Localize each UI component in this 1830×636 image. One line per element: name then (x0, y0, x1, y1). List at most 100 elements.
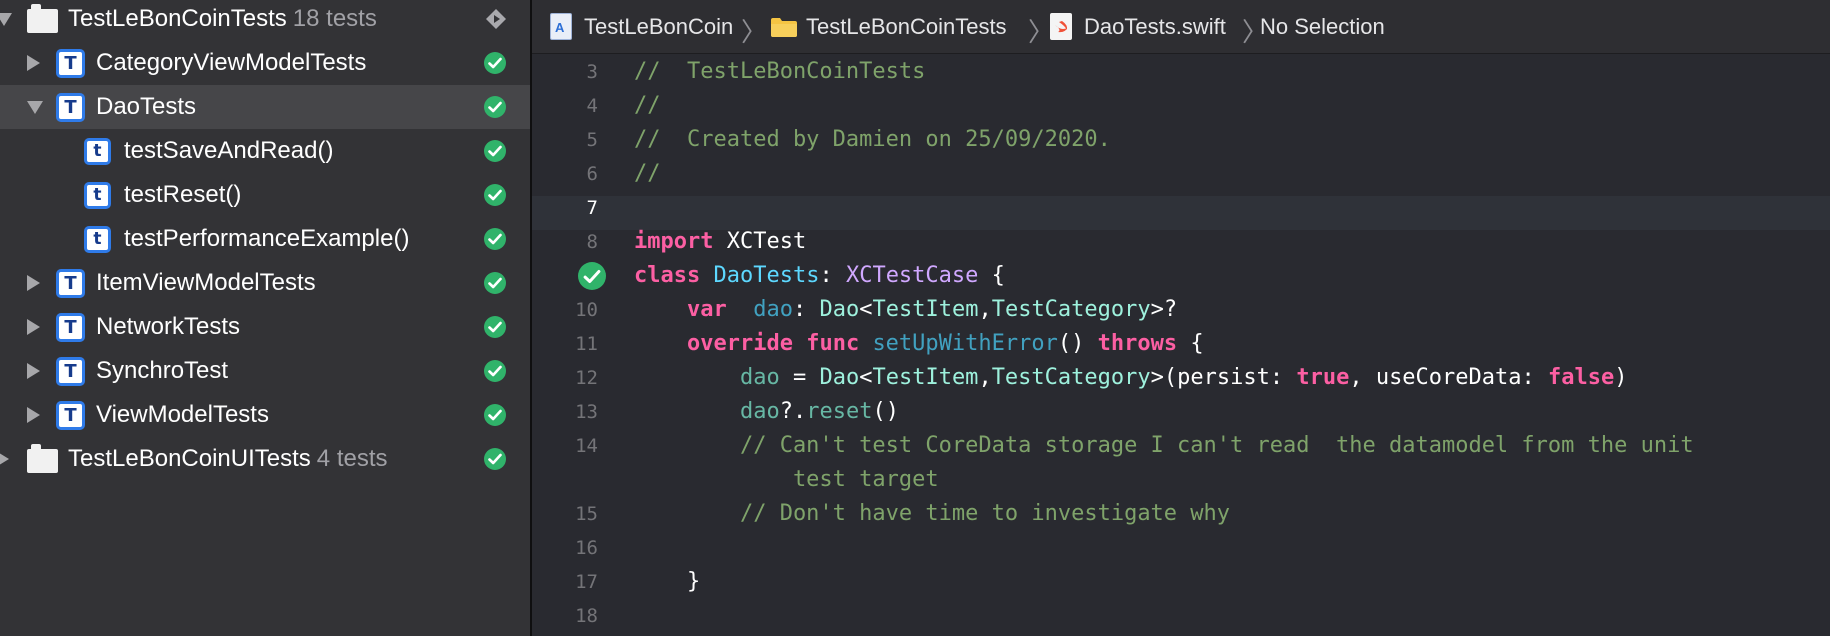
code-line[interactable]: 5 // Created by Damien on 25/09/2020. (532, 123, 1830, 157)
test-name-label: testPerformanceExample() (124, 225, 409, 253)
code-line[interactable]: 16 (532, 531, 1830, 565)
test-name: SynchroTest (96, 357, 229, 384)
code-text: // Created by Damien on 25/09/2020. (634, 127, 1111, 152)
code-text: // (634, 161, 661, 186)
disclosure-closed-icon[interactable] (27, 407, 40, 423)
code-token: // Can't test CoreData storage I can't r… (634, 433, 1694, 458)
disclosure-closed-icon[interactable] (0, 451, 9, 467)
code-token: = (779, 365, 820, 390)
test-passed-icon[interactable] (484, 272, 506, 294)
code-line[interactable]: 17 } (532, 565, 1830, 599)
test-name-label: CategoryViewModelTests (96, 49, 366, 77)
test-class-row[interactable]: T ItemViewModelTests (0, 261, 530, 305)
breadcrumb-selection[interactable]: No Selection (1260, 0, 1385, 54)
source-editor[interactable]: 3 // TestLeBonCoinTests 4 // 5 // Created by … (532, 55, 1830, 636)
test-passed-icon[interactable] (484, 52, 506, 74)
code-text: // (634, 93, 661, 118)
code-token: TestItem (872, 297, 979, 322)
test-name-label: NetworkTests (96, 313, 240, 341)
code-token: >? (1150, 297, 1178, 322)
breadcrumb-file[interactable]: DaoTests.swift (1050, 0, 1226, 54)
test-bundle-row[interactable]: TestLeBonCoinTests 18 tests (0, 0, 530, 41)
line-number: 11 (575, 333, 598, 355)
line-number: 12 (575, 367, 598, 389)
test-class-row[interactable]: T ViewModelTests (0, 393, 530, 437)
code-token: dao (739, 399, 780, 424)
test-class-icon: T (56, 93, 85, 122)
code-token: TestCategory (991, 365, 1151, 390)
test-name: CategoryViewModelTests (96, 49, 367, 76)
test-bundle-icon (27, 444, 58, 473)
test-method-row[interactable]: t testSaveAndRead() (0, 129, 530, 173)
code-token: TestItem (872, 365, 979, 390)
breadcrumb-folder[interactable]: TestLeBonCoinTests (770, 0, 1007, 54)
code-token: , (978, 365, 992, 390)
code-line[interactable]: 11 override func setUpWithError() throws… (532, 327, 1830, 361)
disclosure-closed-icon[interactable] (27, 275, 40, 291)
disclosure-open-icon[interactable] (0, 13, 12, 26)
code-line[interactable]: 14 // Can't test CoreData storage I can'… (532, 429, 1830, 463)
test-passed-icon[interactable] (484, 404, 506, 426)
test-passed-icon[interactable] (484, 184, 506, 206)
code-line[interactable]: 12 dao = Dao<TestItem,TestCategory>(pers… (532, 361, 1830, 395)
disclosure-open-icon[interactable] (27, 101, 43, 114)
run-tests-icon[interactable] (485, 8, 507, 30)
code-line[interactable]: class DaoTests: XCTestCase { (532, 259, 1830, 293)
test-passed-icon[interactable] (484, 96, 506, 118)
test-name-label: DaoTests (96, 93, 196, 121)
test-name-label: TestLeBonCoinUITests 4 tests (68, 445, 388, 473)
jump-bar: A TestLeBonCoin 〉 TestLeBonCoinTests 〉 D… (532, 0, 1830, 54)
test-navigator: TestLeBonCoinTests 18 tests T CategoryViewM… (0, 0, 530, 636)
breadcrumb-project[interactable]: A TestLeBonCoin (550, 0, 733, 54)
test-name: TestLeBonCoinUITests (68, 445, 311, 472)
test-class-icon: T (56, 357, 85, 386)
disclosure-closed-icon[interactable] (27, 55, 40, 71)
code-token: // Don't have time to investigate why (634, 501, 1231, 526)
test-passed-icon[interactable] (484, 448, 506, 470)
test-bundle-icon (27, 4, 58, 33)
code-line[interactable]: 6 // (532, 157, 1830, 191)
line-number: 6 (586, 163, 598, 185)
code-token: DaoTests (713, 263, 820, 288)
code-token: dao (753, 297, 793, 322)
code-token: < (859, 365, 873, 390)
test-passed-icon[interactable] (484, 228, 506, 250)
test-passed-icon[interactable] (484, 316, 506, 338)
test-bundle-row[interactable]: TestLeBonCoinUITests 4 tests (0, 437, 530, 481)
disclosure-closed-icon[interactable] (27, 319, 40, 335)
code-line[interactable]: 7 (532, 191, 1830, 225)
line-number: 16 (575, 537, 598, 559)
test-passed-icon[interactable] (484, 140, 506, 162)
test-name: DaoTests (96, 93, 197, 120)
folder-icon (771, 18, 797, 37)
test-passed-icon[interactable] (484, 360, 506, 382)
test-class-row[interactable]: T DaoTests (0, 85, 530, 129)
code-text: // TestLeBonCoinTests (634, 59, 925, 84)
disclosure-closed-icon[interactable] (27, 363, 40, 379)
test-class-row[interactable]: T NetworkTests (0, 305, 530, 349)
test-method-row[interactable]: t testPerformanceExample() (0, 217, 530, 261)
code-line[interactable]: test target (532, 463, 1830, 497)
code-token: // Created by Damien on 25/09/2020. (634, 127, 1111, 152)
code-text: test target (634, 467, 939, 492)
test-class-row[interactable]: T CategoryViewModelTests (0, 41, 530, 85)
code-token: : (819, 263, 846, 288)
test-class-row[interactable]: T SynchroTest (0, 349, 530, 393)
code-line[interactable]: 18 (532, 599, 1830, 633)
test-method-row[interactable]: t testReset() (0, 173, 530, 217)
code-line[interactable]: 10 var dao: Dao<TestItem,TestCategory>? (532, 293, 1830, 327)
code-line[interactable]: 3 // TestLeBonCoinTests (532, 55, 1830, 89)
code-token: TestCategory (991, 297, 1151, 322)
line-number: 8 (586, 231, 598, 253)
test-passed-icon[interactable] (578, 262, 606, 290)
breadcrumb-selection-label: No Selection (1260, 14, 1385, 39)
chevron-right-icon: 〉 (741, 18, 768, 48)
code-token: Dao (819, 365, 860, 390)
code-token: // (634, 161, 661, 186)
code-line[interactable]: 15 // Don't have time to investigate why (532, 497, 1830, 531)
code-line[interactable]: 4 // (532, 89, 1830, 123)
code-line[interactable]: 8 import XCTest (532, 225, 1830, 259)
code-line[interactable]: 13 dao?.reset() (532, 395, 1830, 429)
